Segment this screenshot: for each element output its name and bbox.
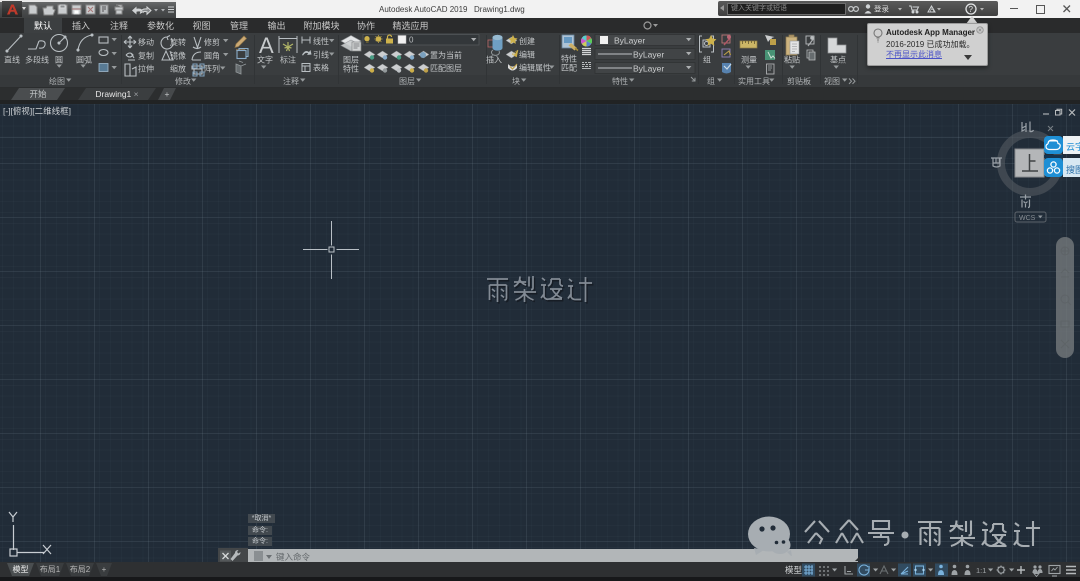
- svg-text:测量: 测量: [741, 56, 757, 65]
- svg-text:ByLayer: ByLayer: [633, 64, 664, 74]
- svg-text:绘图: 绘图: [49, 76, 65, 86]
- svg-text:粘贴: 粘贴: [784, 55, 800, 65]
- svg-text:拉伸: 拉伸: [138, 64, 154, 74]
- svg-text:阵列: 阵列: [204, 64, 220, 74]
- svg-text:移动: 移动: [138, 37, 154, 47]
- svg-text:特性: 特性: [343, 64, 359, 74]
- svg-text:引线: 引线: [313, 50, 329, 60]
- svg-text:圆弧: 圆弧: [76, 55, 92, 65]
- svg-text:直线: 直线: [4, 55, 20, 65]
- svg-text:A: A: [259, 33, 274, 58]
- svg-text:A: A: [930, 8, 934, 14]
- svg-text:实用工具: 实用工具: [738, 76, 770, 86]
- svg-text:圆: 圆: [55, 56, 63, 65]
- svg-text:旋转: 旋转: [170, 37, 186, 47]
- svg-text:编辑属性: 编辑属性: [519, 63, 551, 73]
- svg-text:匹配: 匹配: [561, 64, 577, 73]
- svg-text:置为当前: 置为当前: [430, 50, 462, 60]
- svg-text:1:1: 1:1: [976, 566, 986, 575]
- svg-text:创建: 创建: [519, 36, 535, 46]
- svg-text:插入: 插入: [486, 55, 502, 65]
- svg-text:组: 组: [703, 55, 711, 65]
- svg-text:登录: 登录: [874, 4, 889, 14]
- svg-text:缩放: 缩放: [170, 64, 186, 74]
- svg-text:WCS: WCS: [1019, 215, 1036, 222]
- svg-text:组: 组: [707, 76, 715, 86]
- svg-text:图层: 图层: [343, 56, 359, 65]
- svg-text:特性: 特性: [561, 54, 577, 64]
- svg-text:多段线: 多段线: [25, 55, 49, 65]
- svg-text:表格: 表格: [313, 63, 329, 73]
- svg-text:ByLayer: ByLayer: [614, 36, 645, 46]
- svg-text:基点: 基点: [830, 55, 846, 65]
- svg-text:0: 0: [409, 36, 414, 45]
- svg-text:视图: 视图: [824, 76, 840, 86]
- svg-text:复制: 复制: [138, 51, 154, 61]
- svg-text:修改: 修改: [175, 76, 191, 86]
- svg-text:圆角: 圆角: [204, 51, 220, 61]
- svg-text:剪贴板: 剪贴板: [787, 76, 811, 86]
- svg-text:镜像: 镜像: [170, 51, 186, 61]
- svg-text:文字: 文字: [257, 55, 273, 65]
- svg-text:?: ?: [969, 5, 974, 14]
- svg-text:图层: 图层: [399, 77, 415, 86]
- svg-text:修剪: 修剪: [204, 37, 220, 47]
- svg-text:线性: 线性: [313, 36, 329, 46]
- svg-text:标注: 标注: [280, 55, 296, 65]
- svg-text:注释: 注释: [283, 76, 299, 86]
- svg-text:编辑: 编辑: [519, 50, 535, 60]
- svg-text:匹配图层: 匹配图层: [430, 64, 462, 73]
- svg-text:ByLayer: ByLayer: [633, 50, 664, 60]
- svg-text:块: 块: [512, 76, 520, 86]
- svg-text:特性: 特性: [612, 76, 628, 86]
